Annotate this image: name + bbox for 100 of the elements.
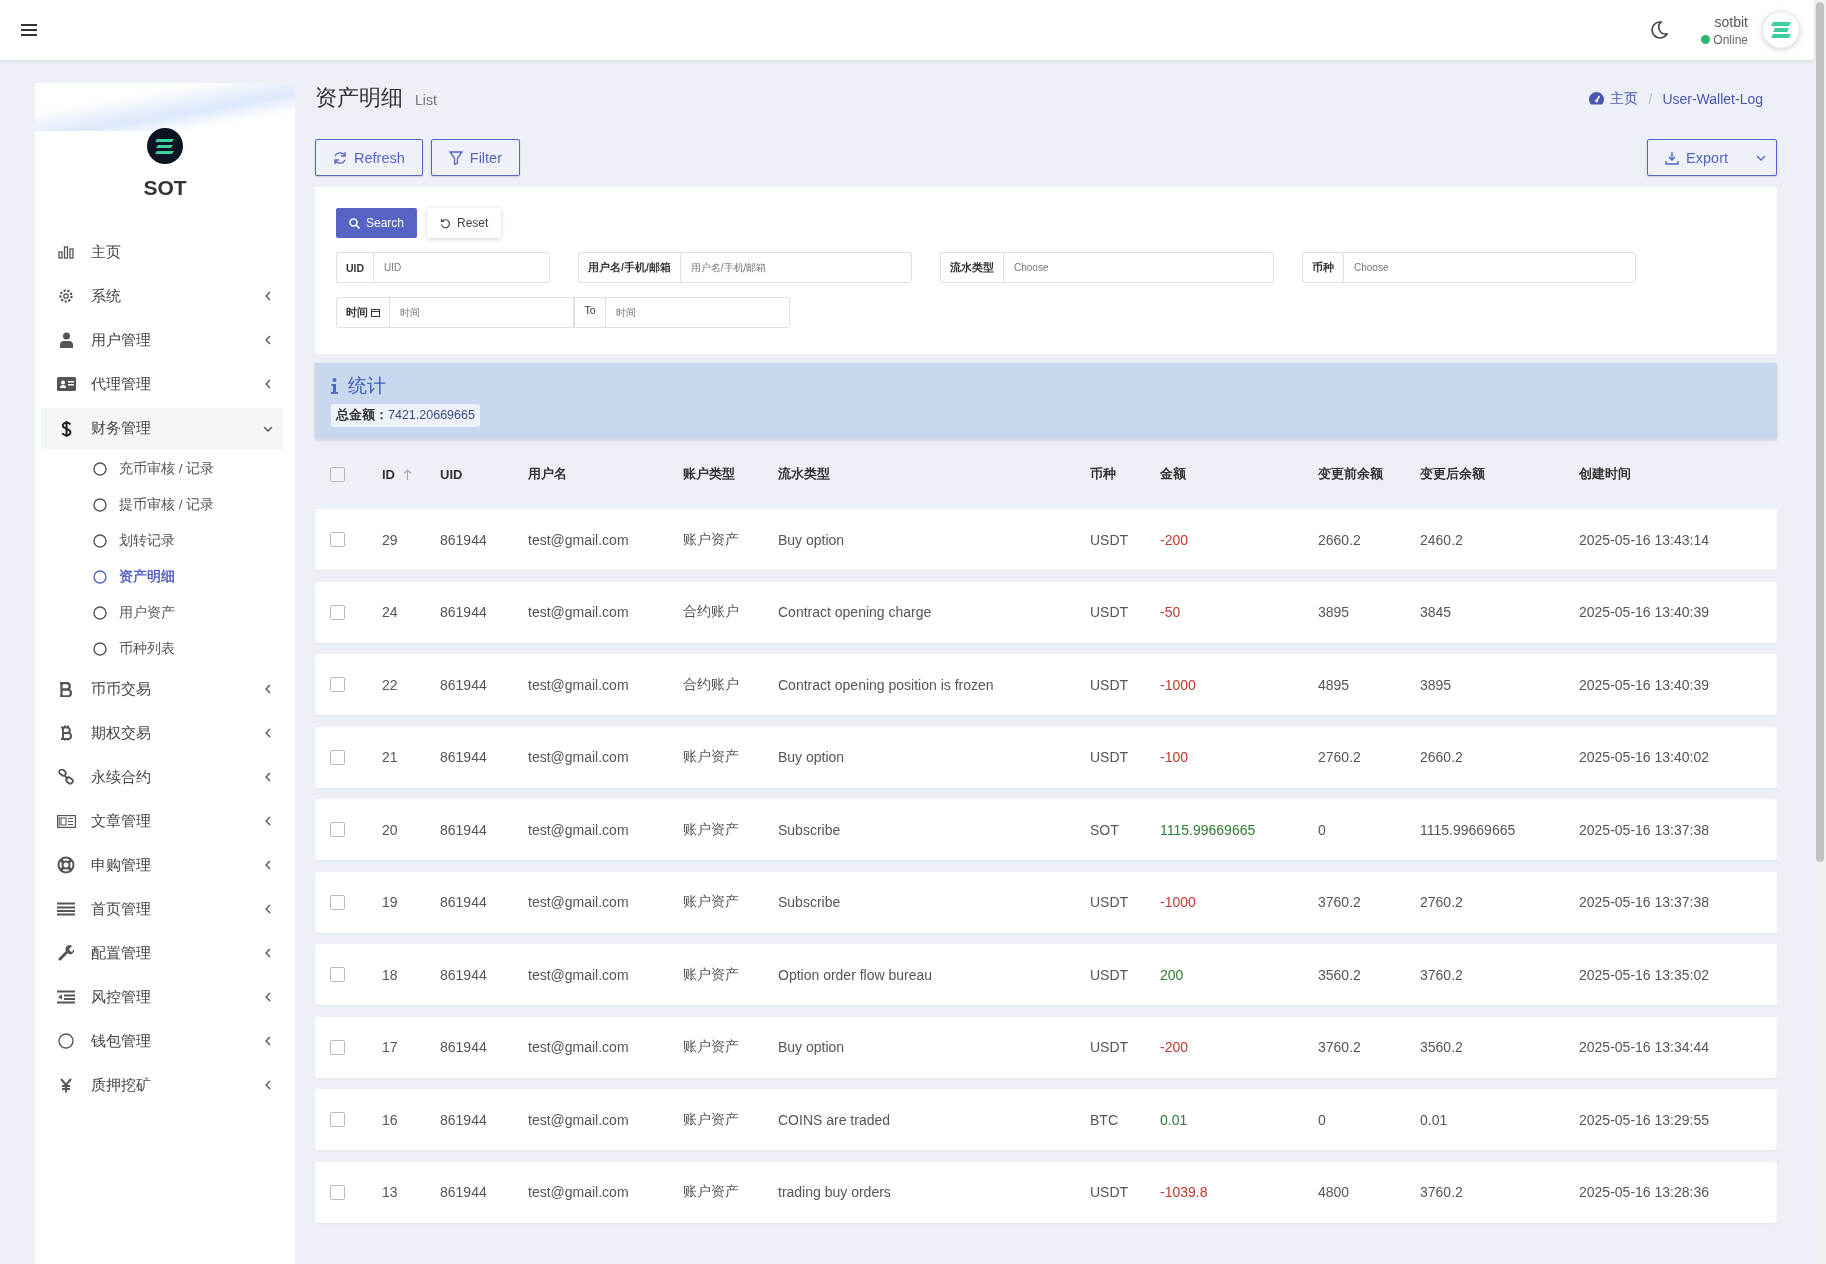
- table-cell-text: test@gmail.com: [528, 1039, 630, 1055]
- filter-button[interactable]: Filter: [430, 139, 520, 176]
- input-field[interactable]: Choose: [1343, 252, 1636, 283]
- column-header[interactable]: 用户名: [528, 465, 683, 483]
- sidebar-item[interactable]: 用户管理: [41, 318, 283, 362]
- scrollbar[interactable]: [1814, 0, 1826, 1264]
- table-cell-text: 2025-05-16 13:34:44: [1579, 1039, 1710, 1055]
- sidebar-item[interactable]: 永续合约: [41, 755, 283, 799]
- chevron-left-icon: [263, 816, 273, 826]
- table-cell-text: 账户资产: [683, 820, 740, 839]
- table-cell-text: 2025-05-16 13:40:39: [1579, 604, 1710, 620]
- page-title: 资产明细: [315, 84, 403, 112]
- table-cell-text: -50: [1160, 604, 1182, 620]
- refresh-button[interactable]: Refresh: [315, 139, 423, 176]
- sidebar-subitem[interactable]: 资产明细: [41, 559, 283, 595]
- table-cell-text: 3560.2: [1420, 1039, 1464, 1055]
- column-header[interactable]: 变更后余额: [1420, 465, 1579, 483]
- table-cell-text: test@gmail.com: [528, 749, 630, 765]
- date-field[interactable]: 时间: [389, 297, 575, 328]
- table-cell-text: test@gmail.com: [528, 676, 630, 693]
- sidebar-item[interactable]: 主页: [41, 230, 283, 274]
- row-checkbox[interactable]: [330, 967, 345, 982]
- sidebar-subitem[interactable]: 提币审核 / 记录: [41, 487, 283, 523]
- avatar-logo-icon[interactable]: [1762, 11, 1800, 49]
- undo-icon: [440, 217, 452, 229]
- menu-icon[interactable]: [21, 23, 37, 37]
- table-cell-text: 账户资产: [683, 748, 740, 766]
- row-checkbox[interactable]: [330, 749, 345, 765]
- row-checkbox[interactable]: [330, 677, 345, 692]
- column-header[interactable]: 创建时间: [1579, 465, 1777, 483]
- sidebar-subitem[interactable]: 币种列表: [41, 631, 283, 667]
- sidebar-item[interactable]: 币币交易: [41, 667, 283, 711]
- sidebar-subitem[interactable]: 用户资产: [41, 595, 283, 631]
- sidebar-item[interactable]: 代理管理: [41, 362, 283, 406]
- reset-button[interactable]: Reset: [427, 208, 502, 238]
- input-field[interactable]: UID: [373, 252, 550, 283]
- sidebar-item[interactable]: 申购管理: [41, 843, 283, 887]
- total-amount: 总金额：7421.20669665: [331, 404, 480, 427]
- sidebar-subitem[interactable]: 充币审核 / 记录: [41, 451, 283, 487]
- column-header[interactable]: 金额: [1160, 465, 1318, 483]
- table-cell-text: 17: [382, 1039, 399, 1055]
- row-checkbox[interactable]: [330, 1112, 345, 1127]
- table-cell-text: test@gmail.com: [528, 1184, 630, 1200]
- input-field[interactable]: 用户名/手机/邮箱: [679, 252, 912, 283]
- table-cell-text: 2025-05-16 13:37:38: [1579, 821, 1710, 838]
- table-cell-text: Buy option: [778, 749, 846, 765]
- table-cell-text: Subscribe: [778, 894, 842, 910]
- table-cell-text: 861944: [440, 1184, 488, 1200]
- table-cell-text: 16: [382, 1111, 399, 1128]
- row-checkbox[interactable]: [330, 1184, 345, 1200]
- date-field[interactable]: 时间: [604, 297, 790, 328]
- column-header[interactable]: ID: [382, 466, 440, 482]
- row-checkbox[interactable]: [330, 532, 345, 547]
- sidebar-item[interactable]: 风控管理: [41, 975, 283, 1019]
- row-checkbox[interactable]: [330, 822, 345, 837]
- sidebar-item[interactable]: 配置管理: [41, 931, 283, 975]
- row-checkbox[interactable]: [330, 894, 345, 910]
- table-cell-text: 861944: [440, 894, 488, 910]
- row-checkbox[interactable]: [330, 604, 345, 620]
- list-icon: [55, 902, 77, 916]
- column-header[interactable]: UID: [440, 466, 528, 482]
- table-cell-text: -1000: [1160, 894, 1197, 910]
- export-button[interactable]: Export: [1647, 139, 1777, 176]
- sidebar-item[interactable]: 系统: [41, 274, 283, 318]
- sidebar-item[interactable]: 文章管理: [41, 799, 283, 843]
- select-all-checkbox[interactable]: [330, 466, 345, 482]
- column-header[interactable]: 账户类型: [683, 465, 778, 483]
- table-cell-text: 4800: [1318, 1184, 1351, 1200]
- column-header[interactable]: 流水类型: [778, 465, 1090, 483]
- column-header[interactable]: 变更前余额: [1318, 465, 1420, 483]
- table-cell-text: 1115.99669665: [1160, 821, 1257, 838]
- breadcrumb-link[interactable]: 主页: [1610, 89, 1639, 108]
- table-cell-text: Subscribe: [778, 821, 842, 838]
- sidebar-item[interactable]: 首页管理: [41, 887, 283, 931]
- moon-icon[interactable]: [1649, 20, 1670, 40]
- table-cell-text: COINS are traded: [778, 1111, 892, 1128]
- table-cell-text: BTC: [1090, 1111, 1119, 1128]
- input-field[interactable]: Choose: [1003, 252, 1274, 283]
- chevron-left-icon: [263, 860, 273, 870]
- column-header[interactable]: 币种: [1090, 465, 1160, 483]
- sidebar-subitem[interactable]: 划转记录: [41, 523, 283, 559]
- chevron-left-icon: [263, 948, 273, 958]
- table-cell-text: USDT: [1090, 749, 1130, 765]
- chevron-left-icon: [263, 904, 273, 914]
- sidebar-item[interactable]: 期权交易: [41, 711, 283, 755]
- table-cell-text: 861944: [440, 1039, 488, 1055]
- circle-icon: [93, 498, 107, 512]
- search-button[interactable]: Search: [336, 208, 418, 238]
- sidebar-item[interactable]: 质押挖矿: [41, 1063, 283, 1107]
- row-checkbox[interactable]: [330, 1039, 345, 1055]
- news-icon: [55, 814, 77, 828]
- table-cell-text: 2025-05-16 13:29:55: [1579, 1111, 1710, 1128]
- breadcrumb-link[interactable]: User-Wallet-Log: [1662, 90, 1763, 107]
- table-cell-text: 2025-05-16 13:40:02: [1579, 749, 1710, 765]
- table-cell-text: test@gmail.com: [528, 894, 630, 910]
- sidebar-item[interactable]: 财务管理: [41, 408, 283, 449]
- table-cell-text: 2025-05-16 13:40:39: [1579, 676, 1710, 693]
- sidebar-item[interactable]: 钱包管理: [41, 1019, 283, 1063]
- table-cell-text: 2025-05-16 13:43:14: [1579, 531, 1710, 548]
- indent-icon: [55, 990, 77, 1004]
